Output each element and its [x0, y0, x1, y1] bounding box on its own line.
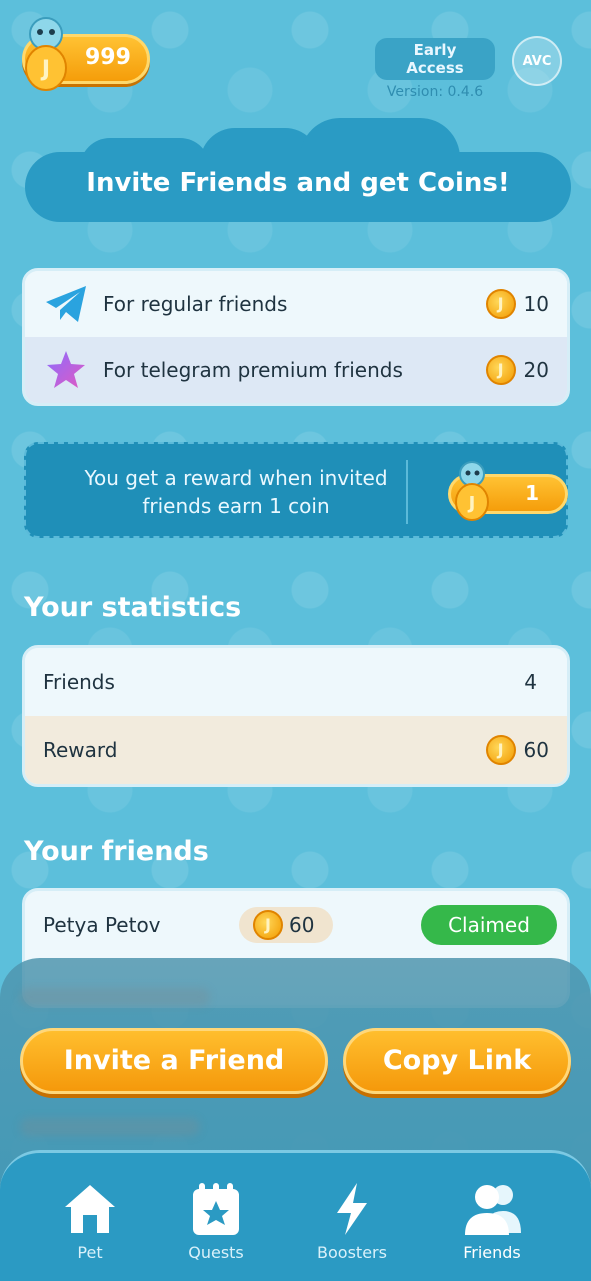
version-label: Version: 0.4.6: [386, 84, 484, 100]
reward-value: 10: [485, 289, 549, 319]
coin-icon: [253, 910, 283, 940]
stat-row-reward: Reward 60: [25, 716, 567, 784]
stat-value: 4: [524, 670, 537, 694]
nav-label: Boosters: [317, 1243, 387, 1262]
friends-icon: [465, 1185, 521, 1235]
nav-item-quests[interactable]: Quests: [156, 1181, 276, 1262]
friend-reward: 60: [289, 913, 315, 937]
nav-item-boosters[interactable]: Boosters: [292, 1181, 412, 1262]
list-item: For telegram premium friends 20: [25, 337, 567, 403]
early-access-tag: Early Access: [375, 38, 495, 80]
coin-balance: 999: [85, 45, 131, 70]
reward-amount: 20: [523, 358, 549, 382]
mascot-egg-icon: J: [455, 461, 489, 521]
reward-banner: You get a reward when invited friends ea…: [24, 442, 568, 538]
nav-label: Quests: [188, 1243, 244, 1262]
svg-text:J: J: [40, 57, 50, 82]
page-title: Invite Friends and get Coins!: [86, 168, 510, 198]
friend-reward-chip: 60: [239, 907, 333, 943]
stat-label: Friends: [43, 670, 115, 694]
nav-item-friends[interactable]: Friends: [432, 1181, 552, 1262]
reward-amount: 10: [523, 292, 549, 316]
blurred-row: [20, 988, 210, 1006]
stat-row-friends: Friends 4: [25, 648, 567, 716]
house-icon: [65, 1185, 115, 1233]
divider: [406, 460, 408, 524]
nav-label: Pet: [77, 1243, 103, 1262]
reward-value: 20: [485, 355, 549, 385]
stat-label: Reward: [43, 738, 118, 762]
stat-reward-amount: 60: [523, 738, 549, 762]
premium-star-icon: [43, 347, 89, 393]
svg-text:J: J: [467, 493, 476, 514]
reward-banner-amount: 1: [525, 481, 539, 505]
reward-label: For telegram premium friends: [103, 358, 403, 382]
invite-rewards-card: For regular friends 10 For telegram prem…: [22, 268, 570, 406]
coin-icon: [485, 289, 516, 319]
friend-name: Petya Petov: [43, 913, 161, 937]
nav-item-pet[interactable]: Pet: [30, 1181, 150, 1262]
avc-logo-label: AVC: [522, 53, 552, 69]
copy-link-button[interactable]: Copy Link: [343, 1028, 571, 1094]
blurred-row: [20, 1118, 200, 1136]
claimed-badge: Claimed: [421, 905, 557, 945]
nav-label: Friends: [463, 1243, 521, 1262]
invite-friend-button[interactable]: Invite a Friend: [20, 1028, 328, 1094]
statistics-title: Your statistics: [24, 592, 242, 623]
friends-title: Your friends: [24, 836, 209, 867]
avc-logo-button[interactable]: AVC: [512, 36, 562, 86]
reward-label: For regular friends: [103, 292, 288, 316]
quests-icon: [193, 1183, 239, 1235]
bottom-nav: Pet Quests Boosters Friends: [0, 1150, 591, 1281]
reward-banner-text: You get a reward when invited friends ea…: [84, 466, 388, 518]
telegram-plane-icon: [43, 281, 89, 327]
list-item: For regular friends 10: [25, 271, 567, 337]
stat-value: 60: [485, 735, 549, 765]
early-access-badge: Early Access Version: 0.4.6: [375, 38, 495, 100]
lightning-icon: [337, 1183, 367, 1235]
coin-icon: [485, 355, 516, 385]
coin-icon: [485, 735, 516, 765]
mascot-egg-icon: J: [25, 17, 67, 91]
statistics-card: Friends 4 Reward 60: [22, 645, 570, 787]
